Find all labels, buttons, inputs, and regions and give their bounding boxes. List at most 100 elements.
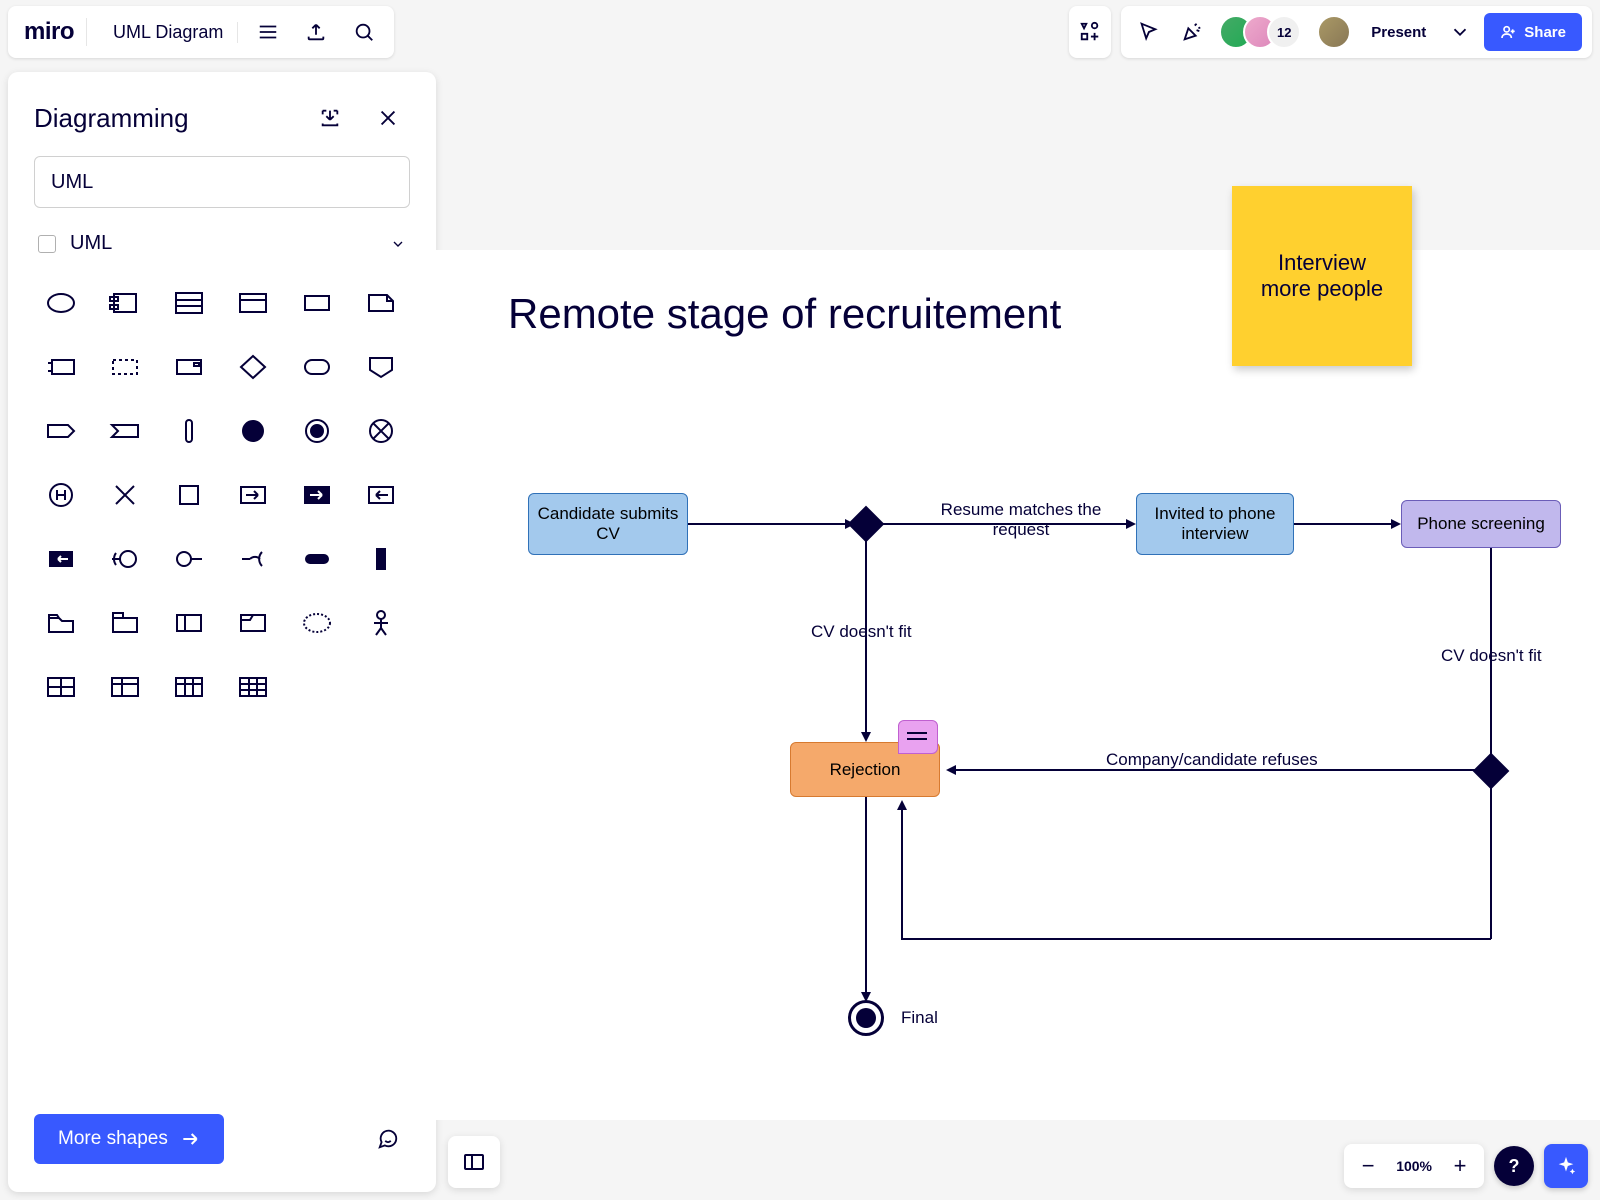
current-user-avatar[interactable] — [1317, 15, 1351, 49]
cursor-tracking-button[interactable] — [1131, 15, 1165, 49]
shape-state-filled[interactable] — [226, 407, 280, 455]
topbar: miro UML Diagram 12 — [8, 6, 1592, 58]
zoom-out-button[interactable]: − — [1350, 1148, 1386, 1184]
shape-package[interactable] — [98, 599, 152, 647]
shape-state-ring[interactable] — [290, 407, 344, 455]
present-label: Present — [1371, 24, 1426, 41]
shape-category-header[interactable]: UML — [8, 222, 436, 265]
shape-assembly[interactable] — [226, 535, 280, 583]
shape-component[interactable] — [98, 279, 152, 327]
shape-dashed-rect[interactable] — [98, 343, 152, 391]
shape-provided-interface[interactable] — [98, 535, 152, 583]
shape-receive-signal[interactable] — [98, 407, 152, 455]
shape-tag[interactable] — [34, 407, 88, 455]
export-button[interactable] — [294, 10, 338, 54]
bottom-right-controls: − 100% + ? — [1344, 1144, 1588, 1188]
zoom-level[interactable]: 100% — [1390, 1158, 1438, 1174]
arrowhead-icon — [1391, 519, 1401, 529]
edge[interactable] — [901, 938, 1491, 940]
node-candidate-submits[interactable]: Candidate submits CV — [528, 493, 688, 555]
import-shapes-button[interactable] — [308, 96, 352, 140]
shape-required-interface[interactable] — [162, 535, 216, 583]
edge[interactable] — [1294, 523, 1391, 525]
shape-panel[interactable] — [162, 343, 216, 391]
shape-table-grid[interactable] — [226, 663, 280, 711]
shape-ellipse[interactable] — [34, 279, 88, 327]
shape-send-signal[interactable] — [34, 343, 88, 391]
shape-class-header[interactable] — [226, 279, 280, 327]
edge-label-resume-matches: Resume matches the request — [936, 500, 1106, 540]
edge[interactable] — [1490, 786, 1492, 939]
close-icon — [377, 107, 399, 129]
shape-subsystem[interactable] — [162, 599, 216, 647]
edge-label-company-refuses: Company/candidate refuses — [1106, 750, 1318, 770]
arrow-right-icon — [180, 1129, 200, 1149]
share-button[interactable]: Share — [1484, 13, 1582, 51]
canvas[interactable]: Remote stage of recruitement Candidate s… — [436, 250, 1600, 1120]
shape-decision[interactable] — [226, 343, 280, 391]
topbar-left-group: miro UML Diagram — [8, 6, 394, 58]
shape-arrow-box-in[interactable] — [354, 471, 408, 519]
main-menu-button[interactable] — [246, 10, 290, 54]
shape-square[interactable] — [162, 471, 216, 519]
upload-icon — [305, 21, 327, 43]
final-label: Final — [901, 1008, 938, 1028]
shape-minus-pill[interactable] — [290, 535, 344, 583]
shape-search-input[interactable] — [34, 156, 410, 208]
presence-avatars[interactable]: 12 — [1219, 15, 1301, 49]
avatar-overflow-count[interactable]: 12 — [1267, 15, 1301, 49]
category-name: UML — [70, 232, 376, 255]
shape-table-4[interactable] — [34, 663, 88, 711]
frames-panel-button[interactable] — [448, 1136, 500, 1188]
shape-black-box[interactable] — [34, 535, 88, 583]
shape-table-2col[interactable] — [98, 663, 152, 711]
shape-collab-dashed[interactable] — [290, 599, 344, 647]
node-decision-2[interactable] — [1473, 753, 1510, 790]
diagram-title[interactable]: Remote stage of recruitement — [508, 290, 1061, 338]
reactions-button[interactable] — [1175, 15, 1209, 49]
shape-actor[interactable] — [354, 599, 408, 647]
share-label: Share — [1524, 24, 1566, 41]
shape-folder[interactable] — [34, 599, 88, 647]
shape-bar-vert[interactable] — [162, 407, 216, 455]
present-button[interactable]: Present — [1361, 13, 1436, 51]
close-panel-button[interactable] — [366, 96, 410, 140]
shape-frame[interactable] — [226, 599, 280, 647]
shape-arrow-box-filled[interactable] — [290, 471, 344, 519]
app-logo[interactable]: miro — [16, 18, 87, 46]
shape-bar-thick[interactable] — [354, 535, 408, 583]
help-button[interactable]: ? — [1494, 1146, 1534, 1186]
feedback-button[interactable] — [366, 1117, 410, 1161]
search-button[interactable] — [342, 10, 386, 54]
shape-class-3row[interactable] — [162, 279, 216, 327]
panel-footer: More shapes — [8, 1094, 436, 1192]
present-dropdown[interactable] — [1446, 15, 1474, 49]
node-final-state[interactable] — [848, 1000, 884, 1036]
more-shapes-button[interactable]: More shapes — [34, 1114, 224, 1164]
comment-indicator[interactable] — [898, 720, 938, 754]
zoom-in-button[interactable]: + — [1442, 1148, 1478, 1184]
node-invited[interactable]: Invited to phone interview — [1136, 493, 1294, 555]
edge[interactable] — [688, 523, 850, 525]
shape-crossed-circle[interactable] — [354, 407, 408, 455]
ai-assist-button[interactable] — [1544, 1144, 1588, 1188]
shape-rect[interactable] — [290, 279, 344, 327]
shape-arrow-box-out[interactable] — [226, 471, 280, 519]
node-phone-screening[interactable]: Phone screening — [1401, 500, 1561, 548]
hamburger-icon — [257, 21, 279, 43]
board-title[interactable]: UML Diagram — [99, 22, 238, 43]
shape-table-3col[interactable] — [162, 663, 216, 711]
shape-note[interactable] — [354, 279, 408, 327]
shape-cross[interactable] — [98, 471, 152, 519]
category-checkbox[interactable] — [38, 235, 56, 253]
apps-button[interactable] — [1069, 6, 1111, 58]
panel-title: Diagramming — [34, 103, 294, 134]
shape-interface-shield[interactable] — [354, 343, 408, 391]
edge[interactable] — [865, 797, 867, 997]
shape-rounded-rect[interactable] — [290, 343, 344, 391]
shape-h-circle[interactable] — [34, 471, 88, 519]
sticky-note[interactable]: Interview more people — [1232, 186, 1412, 366]
edge[interactable] — [901, 810, 903, 939]
arrowhead-icon — [861, 992, 871, 1002]
shape-search-wrap — [8, 156, 436, 222]
